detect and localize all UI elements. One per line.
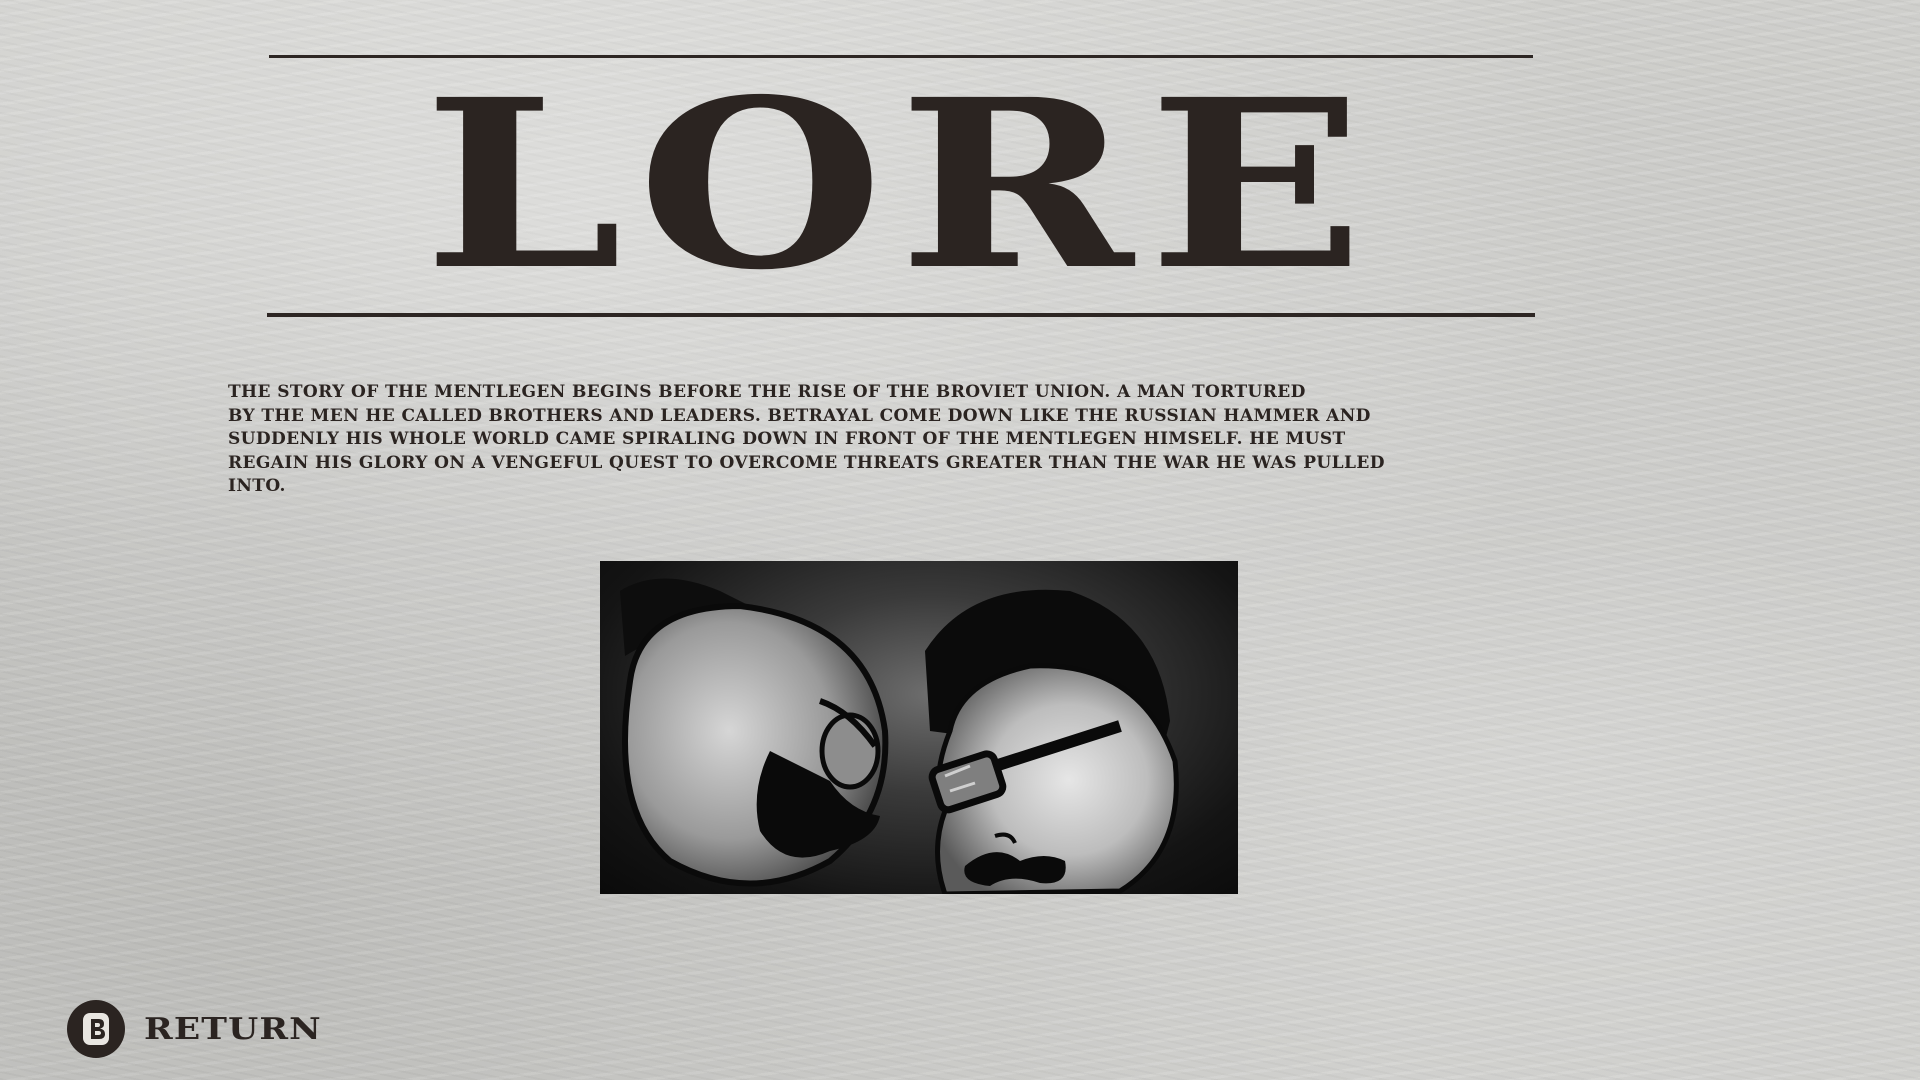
return-label: Return xyxy=(144,1011,322,1047)
title-rule-bottom xyxy=(267,313,1535,317)
return-button[interactable]: Return xyxy=(67,1000,321,1058)
lore-illustration-image xyxy=(600,561,1238,894)
lore-story-text: The story of the Mentlegen begins before… xyxy=(228,382,1385,496)
page-title: LORE xyxy=(423,48,1379,321)
b-button-icon xyxy=(67,1000,125,1058)
